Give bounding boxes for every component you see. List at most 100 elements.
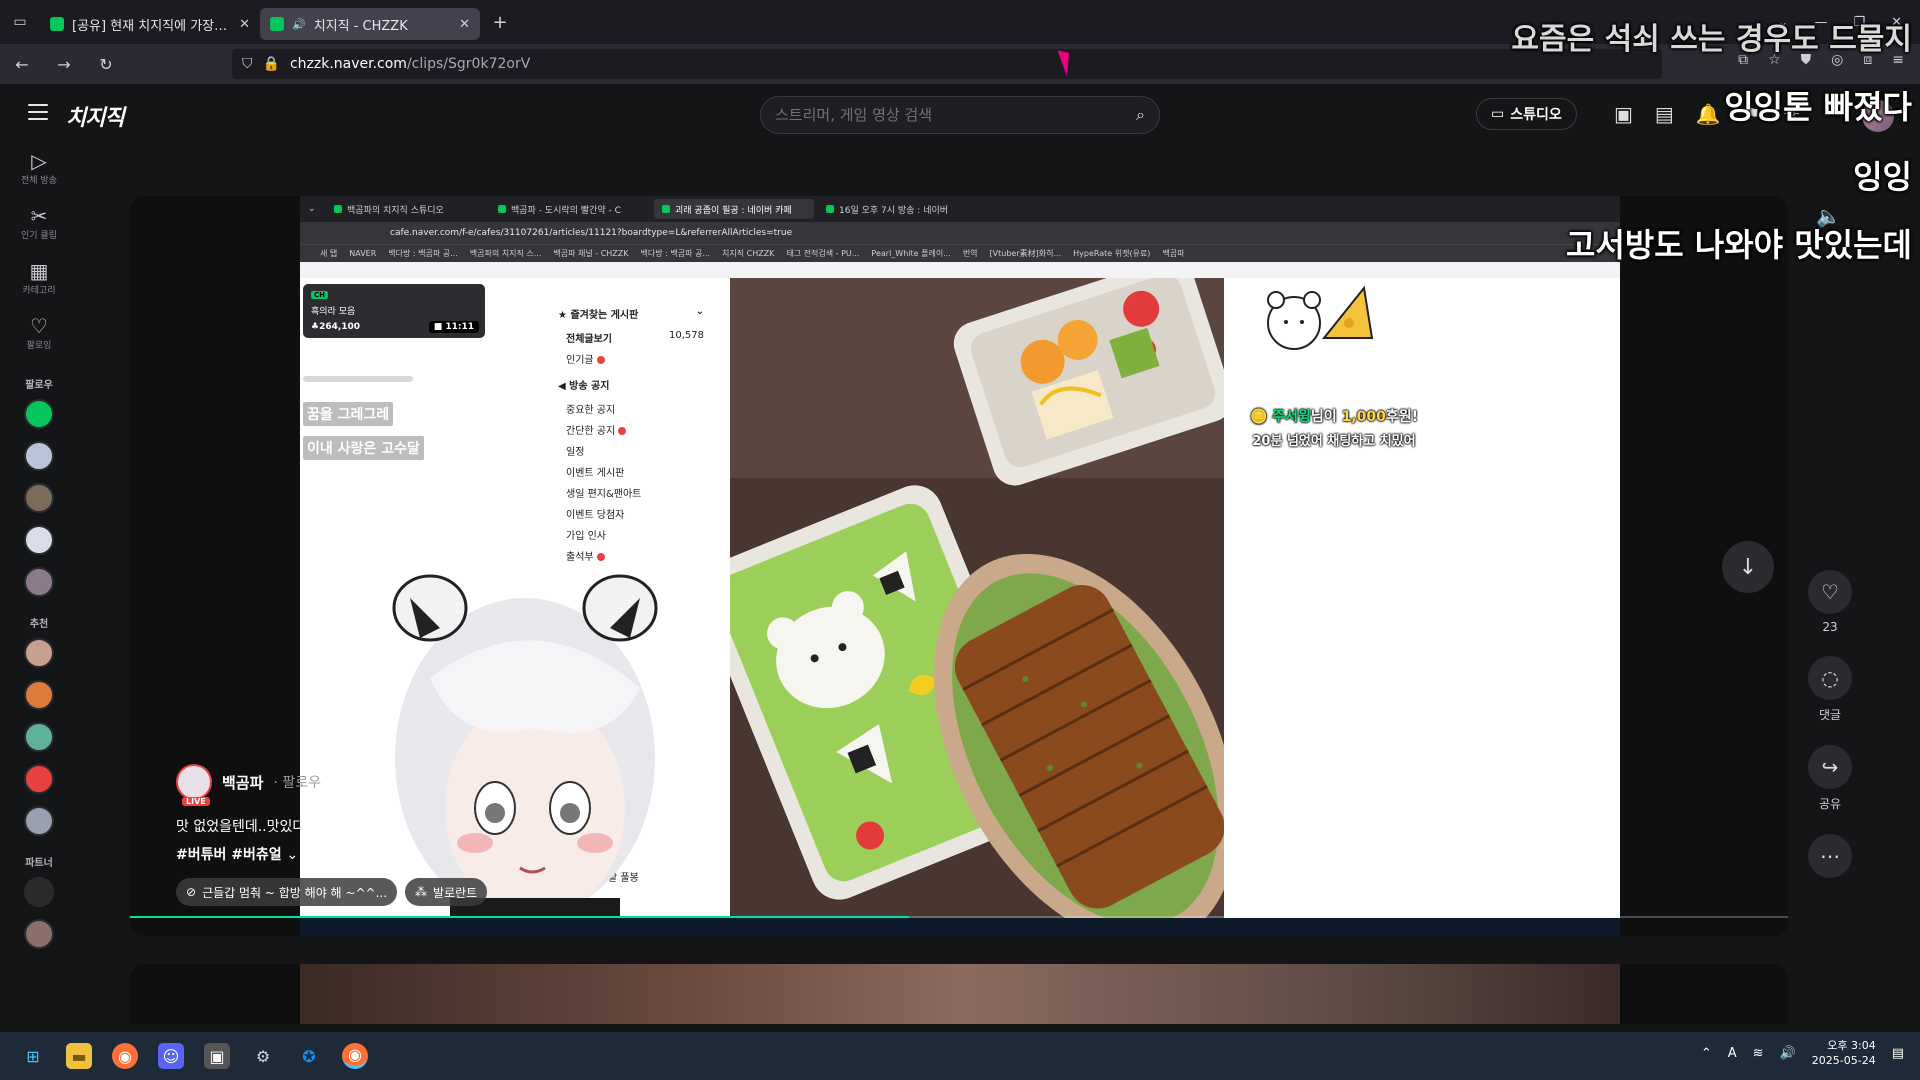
firefox-icon[interactable]: ◉ (112, 1043, 138, 1069)
cafe-notice-heading: ◀ 방송 공지 (558, 381, 610, 392)
speaker-icon[interactable]: 🔊 (292, 18, 306, 31)
speaker-icon[interactable]: 🔊 (1780, 1046, 1796, 1061)
sidebar-channel-avatar[interactable] (24, 919, 54, 949)
steam-icon[interactable]: ⚙ (250, 1043, 276, 1069)
decorative-bar (303, 376, 413, 382)
video-taskbar (300, 918, 1620, 936)
video-bookmarks: 새 탭 NAVER 백다방 : 백곰파 공... 백곰파의 치지직 스... 백곰파 채… (300, 244, 1620, 262)
sidebar-channel-avatar[interactable] (24, 567, 54, 597)
site-logo[interactable]: 치지직 (66, 100, 125, 132)
live-badge: LIVE (182, 797, 210, 806)
share-action[interactable]: ↪ 공유 (1808, 745, 1852, 812)
live-title-chip[interactable]: ⊘ 근들갑 멈춰 ~ 합방 해야 해 ~^^... (176, 878, 398, 906)
video-browser-tabs: ⌄ 백곰파의 치지직 스튜디오 백곰파 - 도시락의 빨간약 - C 괴래 공좀… (300, 196, 1620, 222)
tab-title: 치지직 - CHZZK (313, 18, 408, 34)
forward-icon[interactable]: → (54, 55, 74, 74)
sidebar-item-label: 팔로잉 (26, 341, 52, 351)
sidebar-channel-avatar[interactable] (24, 441, 54, 471)
cafe-menu-item: 일정 (566, 447, 585, 458)
reload-icon[interactable]: ↻ (96, 55, 116, 74)
streamer-row: LIVE 백곰파 · 팔로우 (176, 764, 476, 806)
broadcast-icon: ▷ (31, 149, 47, 173)
bell-icon[interactable]: 🔔 (1696, 102, 1721, 126)
firefox-active-icon[interactable]: ◉ (342, 1043, 368, 1069)
cafe-menu-item: 전체글보기 10,578 (566, 330, 704, 345)
tab-close-icon[interactable]: ✕ (239, 17, 250, 32)
cafe-menu-item: 이벤트 당첨자 (566, 510, 625, 521)
sidebar-following-heading: 팔로우 (25, 380, 53, 391)
sidebar-channel-avatar[interactable] (24, 806, 54, 836)
video-tab: 16일 오후 7시 방송 : 네이버 (818, 199, 978, 219)
wallet-icon[interactable]: ▣ (1614, 102, 1633, 126)
sidebar-channel-avatar[interactable] (24, 722, 54, 752)
comment-icon[interactable]: ◌ (1808, 656, 1852, 700)
chat-overlay-line: 요즘은 석쇠 쓰는 경우도 드물지 (1511, 22, 1912, 57)
hamburger-menu-icon[interactable] (28, 104, 48, 120)
discord-icon[interactable]: ☺ (158, 1043, 184, 1069)
cafe-favorites-heading: ★ 즐겨찾는 게시판 ⌄ (558, 306, 704, 321)
sidebar-item-label: 카테고리 (22, 286, 56, 296)
more-action[interactable]: ⋯ (1808, 834, 1852, 878)
wifi-icon[interactable]: ≋ (1753, 1046, 1764, 1061)
clip-tags[interactable]: #버튜버 #버츄얼 ⌄ (176, 844, 476, 864)
url-bar[interactable]: ⛉ 🔒 chzzk.naver.com/clips/Sgr0k72orV (232, 49, 1662, 79)
sidebar-channel-avatar[interactable] (24, 680, 54, 710)
sidebar-channel-avatar[interactable] (24, 638, 54, 668)
back-icon[interactable]: ← (12, 55, 32, 74)
shield-icon[interactable]: ⛉ (242, 56, 253, 72)
clip-progress-bar[interactable] (130, 916, 1788, 918)
search-input[interactable] (775, 106, 1137, 124)
tab-list-icon[interactable]: ▭ (0, 0, 40, 44)
new-tab-icon[interactable]: + (484, 6, 516, 38)
tab-close-icon[interactable]: ✕ (459, 17, 470, 32)
sidebar-item-all-broadcasts[interactable]: ▷ 전체 방송 (19, 150, 59, 187)
video-tab: 백곰파 - 도시락의 빨간약 - C (490, 199, 650, 219)
category-icon: ▦ (29, 259, 49, 283)
browser-tab-2[interactable]: 🔊 치지직 - CHZZK ✕ (260, 8, 480, 40)
file-explorer-icon[interactable]: ▬ (66, 1043, 92, 1069)
follow-button[interactable]: · 팔로우 (273, 772, 321, 792)
streamer-name[interactable]: 백곰파 (222, 772, 263, 793)
overlay-chip: 이내 사랑은 고수달 (303, 436, 424, 460)
chevron-down-icon[interactable]: ⌄ (287, 847, 299, 863)
clock[interactable]: 오후 3:04 2025-05-24 (1812, 1038, 1876, 1068)
next-clip-button[interactable]: ↓ (1722, 541, 1774, 593)
sidebar-channel-avatar[interactable] (24, 399, 54, 429)
sidebar-channel-avatar[interactable] (24, 764, 54, 794)
more-icon[interactable]: ⋯ (1808, 834, 1852, 878)
lock-icon[interactable]: 🔒 (263, 56, 280, 72)
chevron-up-icon[interactable]: ⌃ (1701, 1046, 1712, 1061)
share-label: 공유 (1818, 797, 1842, 811)
search-bar[interactable]: ⌕ (760, 96, 1160, 134)
studio-button[interactable]: ▭ 스튜디오 (1476, 98, 1577, 130)
heart-icon[interactable]: ♡ (1808, 570, 1852, 614)
search-icon[interactable]: ⌕ (1136, 105, 1145, 125)
tab-title: [공유] 현재 치지직에 가장 핫한 (72, 18, 232, 34)
sidebar-item-label: 인기 클립 (21, 231, 57, 241)
comment-action[interactable]: ◌ 댓글 (1808, 656, 1852, 723)
share-icon[interactable]: ↪ (1808, 745, 1852, 789)
category-chip[interactable]: ⁂ 발로란트 (405, 878, 488, 906)
sidebar-channel-avatar[interactable] (24, 483, 54, 513)
sidebar-channel-avatar[interactable] (24, 877, 54, 907)
notification-icon[interactable]: ▤ (1892, 1046, 1904, 1061)
chat-overlay-line: 잉잉 (1853, 158, 1912, 196)
sidebar-item-category[interactable]: ▦ 카테고리 (19, 260, 59, 297)
ticket-icon[interactable]: ▤ (1655, 102, 1674, 126)
like-action[interactable]: ♡ 23 (1808, 570, 1852, 634)
ime-indicator[interactable]: A (1728, 1046, 1737, 1061)
sidebar-item-popular-clips[interactable]: ✂ 인기 클립 (19, 205, 59, 242)
app-icon[interactable]: ▣ (204, 1043, 230, 1069)
windows-start-icon[interactable]: ⊞ (20, 1043, 46, 1069)
sidebar-channel-avatar[interactable] (24, 525, 54, 555)
clip-icon: ✂ (30, 204, 48, 228)
sidebar-item-following[interactable]: ♡ 팔로잉 (19, 315, 59, 352)
battlenet-icon[interactable]: ✪ (296, 1043, 322, 1069)
donation-suffix: 님이 (1310, 409, 1337, 425)
donation-icon: 🪙 (1249, 409, 1268, 425)
like-count: 23 (1822, 620, 1838, 634)
video-tab-list-icon: ⌄ (308, 204, 316, 214)
next-clip-preview[interactable] (130, 964, 1788, 1024)
browser-tab-1[interactable]: [공유] 현재 치지직에 가장 핫한 ✕ (40, 8, 260, 40)
streamer-avatar[interactable]: LIVE (176, 764, 212, 806)
